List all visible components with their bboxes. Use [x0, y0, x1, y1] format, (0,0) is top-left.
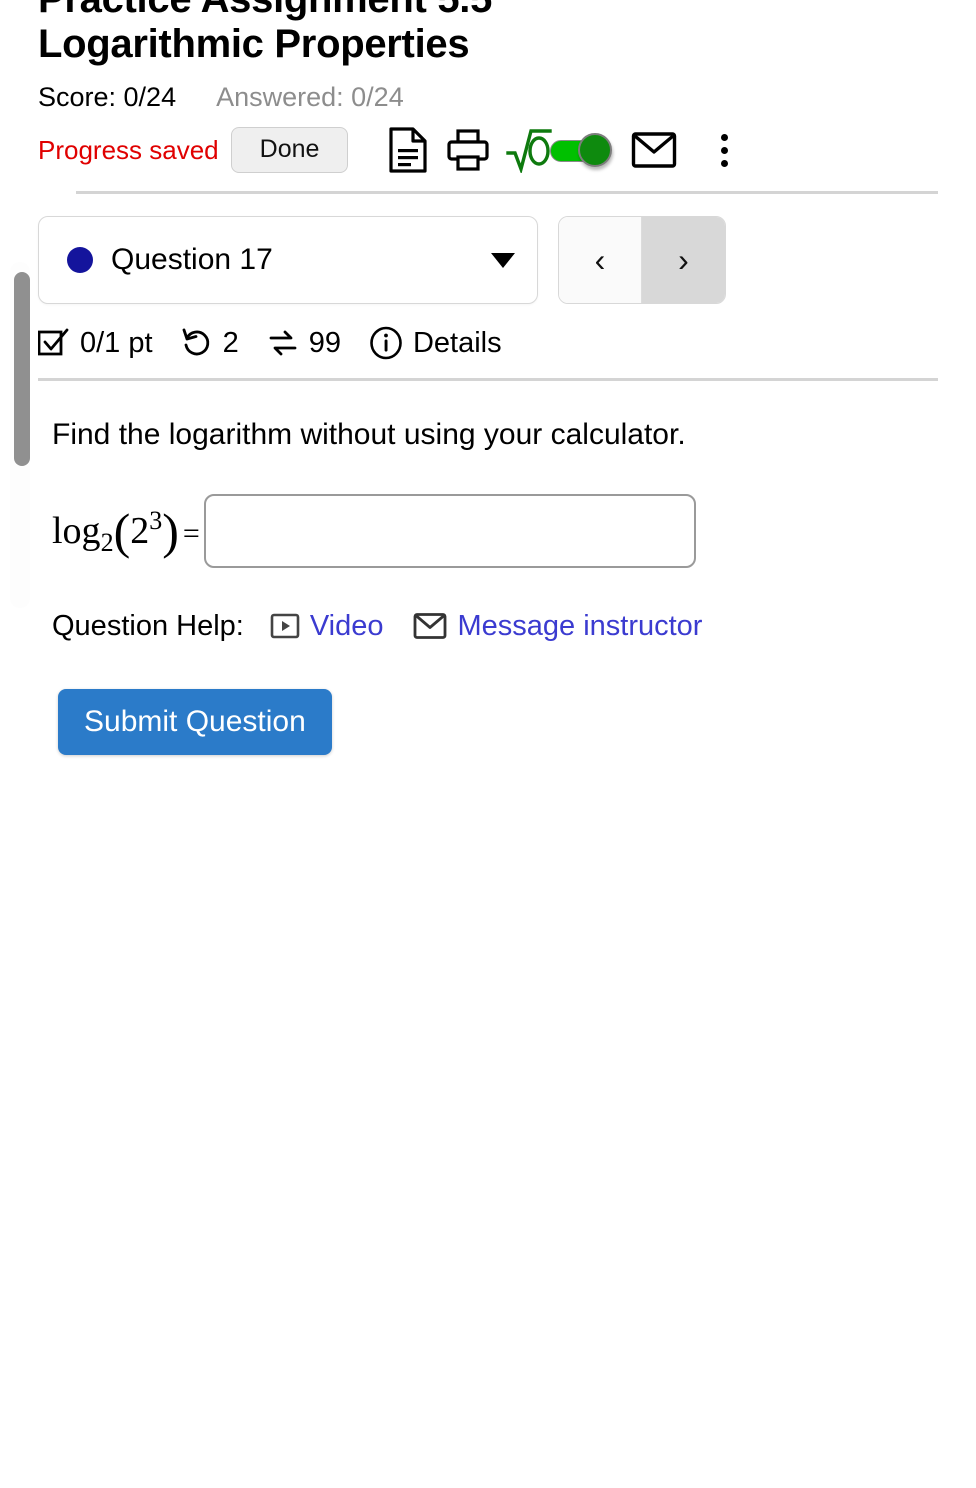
- video-play-icon: [270, 612, 300, 640]
- points-stat: 0/1 pt: [38, 327, 153, 360]
- score-label: Score: 0/24: [38, 82, 177, 112]
- chevron-down-icon: [491, 252, 515, 268]
- log-function: log: [52, 509, 101, 552]
- details-label: Details: [412, 326, 502, 359]
- question-status-dot: [67, 247, 93, 273]
- question-selector-dropdown[interactable]: Question 17: [38, 216, 538, 304]
- arg-exponent: 3: [149, 505, 163, 535]
- arg-base: 2: [130, 509, 150, 552]
- question-help-label: Question Help:: [52, 609, 244, 642]
- math-toggle-switch[interactable]: [550, 133, 613, 167]
- answer-input[interactable]: [203, 493, 696, 568]
- scrollbar-thumb[interactable]: [14, 272, 30, 466]
- question-selector-label: Question 17: [111, 243, 273, 276]
- retries-stat: 99: [267, 327, 341, 360]
- question-step-buttons: ‹ ›: [558, 216, 726, 304]
- envelope-icon: [413, 612, 447, 640]
- header-divider: [76, 191, 938, 194]
- answered-label: Answered: 0/24: [216, 82, 404, 112]
- details-link[interactable]: Details: [369, 326, 502, 360]
- retries-label: 99: [308, 326, 341, 359]
- toggle-knob: [578, 133, 613, 167]
- question-stats: 0/1 pt 2 99 Details: [38, 326, 938, 360]
- video-help-link[interactable]: Video: [270, 609, 384, 643]
- score-row: Score: 0/24 Answered: 0/24: [38, 82, 976, 113]
- info-icon: [369, 326, 403, 360]
- question-prompt: Find the logarithm without using your ca…: [52, 418, 686, 451]
- question-help-row: Question Help: Video Message instructor: [52, 610, 938, 643]
- page-title: Logarithmic Properties: [38, 22, 470, 66]
- log-base: 2: [100, 527, 114, 557]
- equals-sign: =: [182, 516, 200, 550]
- envelope-icon[interactable]: [624, 131, 684, 169]
- previous-question-button[interactable]: ‹: [559, 217, 642, 303]
- print-icon[interactable]: [438, 128, 498, 172]
- submit-question-button[interactable]: Submit Question: [58, 688, 332, 755]
- stats-divider: [38, 378, 938, 381]
- page-header: Practice Assignment 5.5 Logarithmic Prop…: [0, 0, 976, 194]
- answer-row: log 2(2 3) =: [52, 493, 938, 568]
- assignment-page: Practice Assignment 5.5 Logarithmic Prop…: [0, 0, 976, 1488]
- attempts-label: 2: [222, 326, 239, 359]
- points-label: 0/1 pt: [80, 326, 153, 359]
- vertical-scrollbar[interactable]: [10, 262, 30, 608]
- assignment-title-line1: Practice Assignment 5.5: [38, 0, 976, 20]
- question-navigation: Question 17 ‹ ›: [38, 216, 938, 304]
- undo-arrow-icon: [181, 327, 213, 359]
- message-instructor-link[interactable]: Message instructor: [413, 610, 702, 643]
- done-button[interactable]: Done: [230, 127, 349, 173]
- math-keyboard-toggle[interactable]: [504, 127, 613, 173]
- assignment-toolbar: Progress saved Done: [38, 127, 976, 173]
- video-help-label: Video: [309, 609, 384, 642]
- next-question-button[interactable]: ›: [642, 217, 725, 303]
- kebab-menu-icon[interactable]: [702, 133, 746, 167]
- swap-arrows-icon: [267, 327, 299, 359]
- toolbar-icons: [378, 127, 746, 173]
- sqrt-zero-icon: [504, 127, 553, 173]
- question-body: Find the logarithm without using your ca…: [52, 415, 938, 755]
- math-expression: log 2(2 3) =: [52, 502, 200, 559]
- progress-status: Progress saved: [38, 134, 219, 165]
- checkbox-icon: [38, 327, 70, 359]
- message-instructor-label: Message instructor: [457, 609, 703, 642]
- attempts-stat: 2: [181, 327, 239, 360]
- document-icon[interactable]: [378, 127, 438, 173]
